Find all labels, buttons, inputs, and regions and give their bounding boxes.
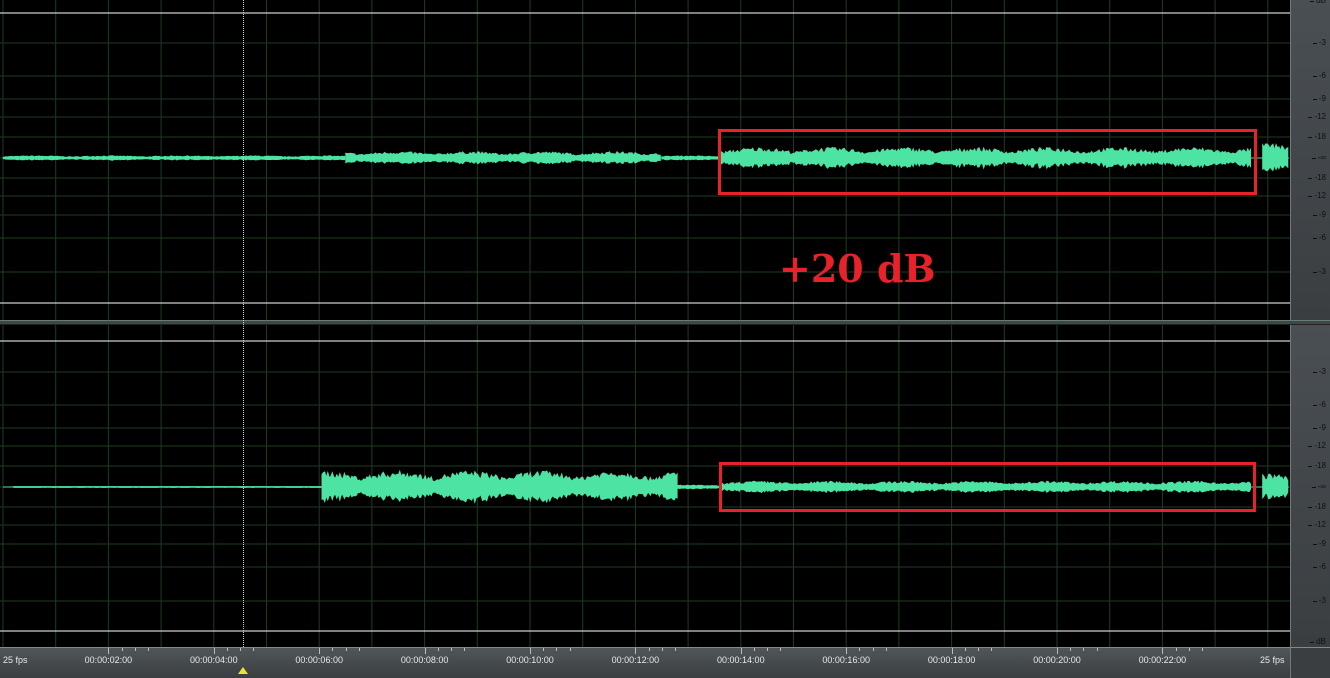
timeline-tick: [253, 648, 255, 651]
timecode-label: 00:00:20:00: [1033, 655, 1081, 665]
timeline-tick: [1162, 648, 1164, 654]
db-tick-label: -3: [1312, 596, 1326, 605]
db-tick-label: -12: [1308, 441, 1326, 450]
timeline-tick: [556, 648, 558, 651]
timeline-tick: [1096, 648, 1098, 651]
timeline-tick: [675, 648, 676, 651]
db-unit-label: dB: [1310, 0, 1326, 5]
db-tick-label: -3: [1312, 267, 1326, 276]
timeline-tick: [859, 648, 861, 651]
timecode-label: 00:00:10:00: [506, 655, 554, 665]
gain-annotation: +20 dB: [779, 246, 936, 291]
timeline-tick: [464, 648, 466, 651]
timecode-label: 00:00:14:00: [717, 655, 765, 665]
db-tick-label: -12: [1308, 112, 1326, 121]
timecode-label: 00:00:16:00: [822, 655, 870, 665]
timeline-tick: [885, 648, 887, 651]
timeline-tick: [240, 648, 242, 651]
waveform-segment: [321, 469, 678, 504]
db-tick-label: -18: [1308, 132, 1326, 141]
timeline-tick: [648, 648, 650, 651]
waveform-segment: [661, 155, 720, 161]
timeline-tick: [108, 648, 110, 654]
fps-label-left: 25 fps: [3, 655, 28, 665]
db-tick-label: -3: [1312, 38, 1326, 47]
db-tick-label: -6: [1312, 71, 1326, 80]
timeline-tick: [319, 648, 321, 654]
timeline-tick: [213, 648, 215, 654]
timeline-tick: [978, 648, 979, 651]
timecode-label: 00:00:12:00: [611, 655, 660, 665]
timeline-tick: [345, 648, 347, 651]
timeline-tick: [1057, 648, 1058, 654]
timeline-tick: [964, 648, 966, 651]
highlight-box-top: [718, 129, 1257, 195]
playhead-cursor-line[interactable]: [243, 0, 244, 647]
timeline-tick: [437, 648, 439, 651]
timeline-tick: [780, 648, 782, 651]
db-tick-label: -9: [1312, 423, 1326, 432]
timeline-tick: [991, 648, 993, 651]
timeline-tick: [1083, 648, 1085, 651]
timecode-label: 00:00:06:00: [295, 655, 343, 665]
db-tick-label: -∞: [1311, 482, 1326, 491]
db-tick-label: -18: [1308, 461, 1326, 470]
waveform-segment: [677, 484, 720, 490]
timeline-tick: [332, 648, 334, 651]
db-tick-label: -∞: [1311, 153, 1326, 162]
timeline-tick: [530, 648, 531, 654]
waveform-segment: [1262, 473, 1289, 500]
waveform-segment: [13, 486, 322, 488]
timeline-tick: [451, 648, 452, 651]
highlight-box-bottom: [719, 462, 1256, 512]
timeline-tick: [661, 648, 663, 651]
timecode-label: 00:00:18:00: [927, 655, 976, 665]
db-unit-label: dB: [1310, 637, 1326, 646]
db-tick-label: -9: [1312, 94, 1326, 103]
timeline-tick: [424, 648, 426, 654]
db-tick-label: -9: [1312, 210, 1326, 219]
db-tick-label: -12: [1308, 191, 1326, 200]
timeline-corner: [1290, 647, 1330, 678]
timeline-tick: [1188, 648, 1190, 651]
timeline-tick: [1202, 648, 1203, 651]
timeline-tick: [569, 648, 571, 651]
waveform-segment: [1262, 143, 1289, 172]
db-tick-label: -6: [1312, 400, 1326, 409]
timeline-ruler[interactable]: 25 fps 25 fps 00:00:02:00 00:00:04:00 00:0…: [0, 647, 1290, 678]
db-tick-label: -3: [1312, 367, 1326, 376]
audio-editor: dB -3 -6 -9 -12 -18 -∞ -18 -12 -9 -6 -3 dB -3 -6 -9 -12…: [0, 0, 1330, 678]
db-tick-label: -9: [1312, 539, 1326, 548]
timeline-tick: [740, 648, 742, 654]
timeline-tick: [951, 648, 953, 654]
timeline-tick: [358, 648, 360, 651]
db-scale-top: dB -3 -6 -9 -12 -18 -∞ -18 -12 -9 -6 -3: [1290, 0, 1330, 320]
db-tick-label: -6: [1312, 562, 1326, 571]
timeline-tick: [767, 648, 769, 651]
timecode-label: 00:00:02:00: [84, 655, 133, 665]
db-scale-bottom: dB -3 -6 -9 -12 -18 -∞ -18 -12 -9 -6 -3: [1290, 325, 1330, 647]
timecode-label: 00:00:08:00: [400, 655, 449, 665]
timeline-tick: [754, 648, 755, 651]
timeline-tick: [543, 648, 545, 651]
timeline-tick: [1070, 648, 1072, 651]
timecode-label: 00:00:04:00: [190, 655, 238, 665]
timeline-tick: [635, 648, 637, 654]
playhead-marker-icon[interactable]: [238, 667, 248, 674]
db-tick-label: -18: [1308, 173, 1326, 182]
timeline-tick: [134, 648, 136, 651]
db-tick-label: -18: [1308, 502, 1326, 511]
fps-label-right: 25 fps: [1260, 655, 1285, 665]
timecode-label: 00:00:22:00: [1138, 655, 1187, 665]
timeline-tick: [148, 648, 149, 651]
timeline-tick: [872, 648, 874, 651]
db-tick-label: -12: [1308, 520, 1326, 529]
timeline-tick: [1175, 648, 1177, 651]
timeline-tick: [846, 648, 848, 654]
timeline-tick: [227, 648, 228, 651]
timeline-tick: [121, 648, 123, 651]
waveform-segment: [345, 151, 661, 165]
waveform-segment: [2, 155, 346, 161]
db-tick-label: -6: [1312, 233, 1326, 242]
